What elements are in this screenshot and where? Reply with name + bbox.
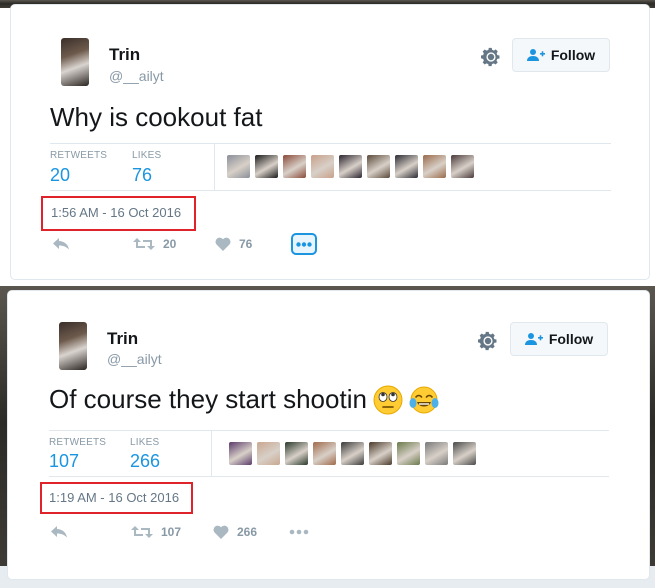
- liker-avatar[interactable]: [339, 155, 362, 178]
- liker-avatar[interactable]: [423, 155, 446, 178]
- follow-label: Follow: [550, 47, 596, 63]
- author-name[interactable]: Trin: [109, 45, 140, 65]
- more-dots-icon: [289, 529, 309, 535]
- face-with-tears-of-joy-emoji: [409, 386, 439, 413]
- retweets-label: RETWEETS: [49, 437, 107, 448]
- liker-avatar[interactable]: [451, 155, 474, 178]
- like-button[interactable]: 76: [215, 237, 252, 251]
- retweet-count: 107: [161, 525, 182, 539]
- tweet-card-2: Trin @__ailyt Follow Of course they star…: [7, 290, 650, 580]
- author-handle[interactable]: @__ailyt: [107, 351, 162, 367]
- liker-avatar[interactable]: [397, 442, 420, 465]
- liker-avatar[interactable]: [227, 155, 250, 178]
- reply-button[interactable]: [52, 237, 70, 251]
- like-count: 266: [237, 525, 258, 539]
- retweets-label: RETWEETS: [50, 150, 108, 161]
- more-options-button[interactable]: [291, 233, 317, 255]
- liker-avatar[interactable]: [229, 442, 252, 465]
- add-user-icon: [526, 49, 545, 61]
- retweet-button[interactable]: 20: [133, 237, 176, 251]
- stats-divider: [211, 430, 212, 476]
- add-user-icon: [524, 333, 543, 345]
- liker-avatar[interactable]: [311, 155, 334, 178]
- more-options-button[interactable]: [289, 529, 309, 535]
- follow-button[interactable]: Follow: [512, 38, 610, 72]
- like-button[interactable]: 266: [213, 525, 257, 539]
- liker-avatar[interactable]: [313, 442, 336, 465]
- tweet-text-content: Of course they start shootin: [49, 384, 367, 414]
- likes-label: LIKES: [132, 150, 162, 161]
- liker-avatar[interactable]: [341, 442, 364, 465]
- heart-icon: [213, 525, 229, 539]
- retweets-count[interactable]: 20: [50, 165, 70, 186]
- retweet-icon: [131, 526, 153, 538]
- liker-avatar[interactable]: [255, 155, 278, 178]
- retweets-count[interactable]: 107: [49, 451, 79, 472]
- highlight-box: [41, 196, 196, 231]
- liker-avatar[interactable]: [283, 155, 306, 178]
- retweet-icon: [133, 238, 155, 250]
- gear-icon[interactable]: [477, 330, 499, 352]
- likers-avatars: [227, 155, 474, 178]
- divider: [49, 476, 609, 477]
- more-dots-icon: [296, 241, 312, 247]
- divider: [50, 190, 611, 191]
- liker-avatar[interactable]: [395, 155, 418, 178]
- liker-avatar[interactable]: [285, 442, 308, 465]
- gear-icon[interactable]: [480, 46, 502, 68]
- liker-avatar[interactable]: [425, 442, 448, 465]
- liker-avatar[interactable]: [367, 155, 390, 178]
- divider: [50, 143, 611, 144]
- heart-icon: [215, 237, 231, 251]
- follow-label: Follow: [548, 331, 594, 347]
- reply-button[interactable]: [50, 525, 68, 539]
- tweet-text: Why is cookout fat: [50, 102, 262, 133]
- tweet-card-1: Trin @__ailyt Follow Why is cookout fat …: [10, 4, 650, 280]
- avatar[interactable]: [59, 322, 87, 370]
- author-handle[interactable]: @__ailyt: [109, 68, 164, 84]
- likes-label: LIKES: [130, 437, 160, 448]
- liker-avatar[interactable]: [369, 442, 392, 465]
- likes-count[interactable]: 76: [132, 165, 152, 186]
- highlight-box: [40, 482, 193, 514]
- author-name[interactable]: Trin: [107, 329, 138, 349]
- likes-count[interactable]: 266: [130, 451, 160, 472]
- face-with-rolling-eyes-emoji: [373, 385, 403, 414]
- stats-divider: [214, 143, 215, 190]
- follow-button[interactable]: Follow: [510, 322, 608, 356]
- likers-avatars: [229, 442, 476, 465]
- liker-avatar[interactable]: [257, 442, 280, 465]
- tweet-text: Of course they start shootin: [49, 384, 439, 415]
- retweet-count: 20: [163, 237, 177, 251]
- retweet-button[interactable]: 107: [131, 525, 181, 539]
- reply-icon: [51, 526, 67, 538]
- like-count: 76: [239, 237, 253, 251]
- divider: [49, 430, 609, 431]
- avatar[interactable]: [61, 38, 89, 86]
- reply-icon: [53, 238, 69, 250]
- liker-avatar[interactable]: [453, 442, 476, 465]
- tweet-text-content: Why is cookout fat: [50, 102, 263, 132]
